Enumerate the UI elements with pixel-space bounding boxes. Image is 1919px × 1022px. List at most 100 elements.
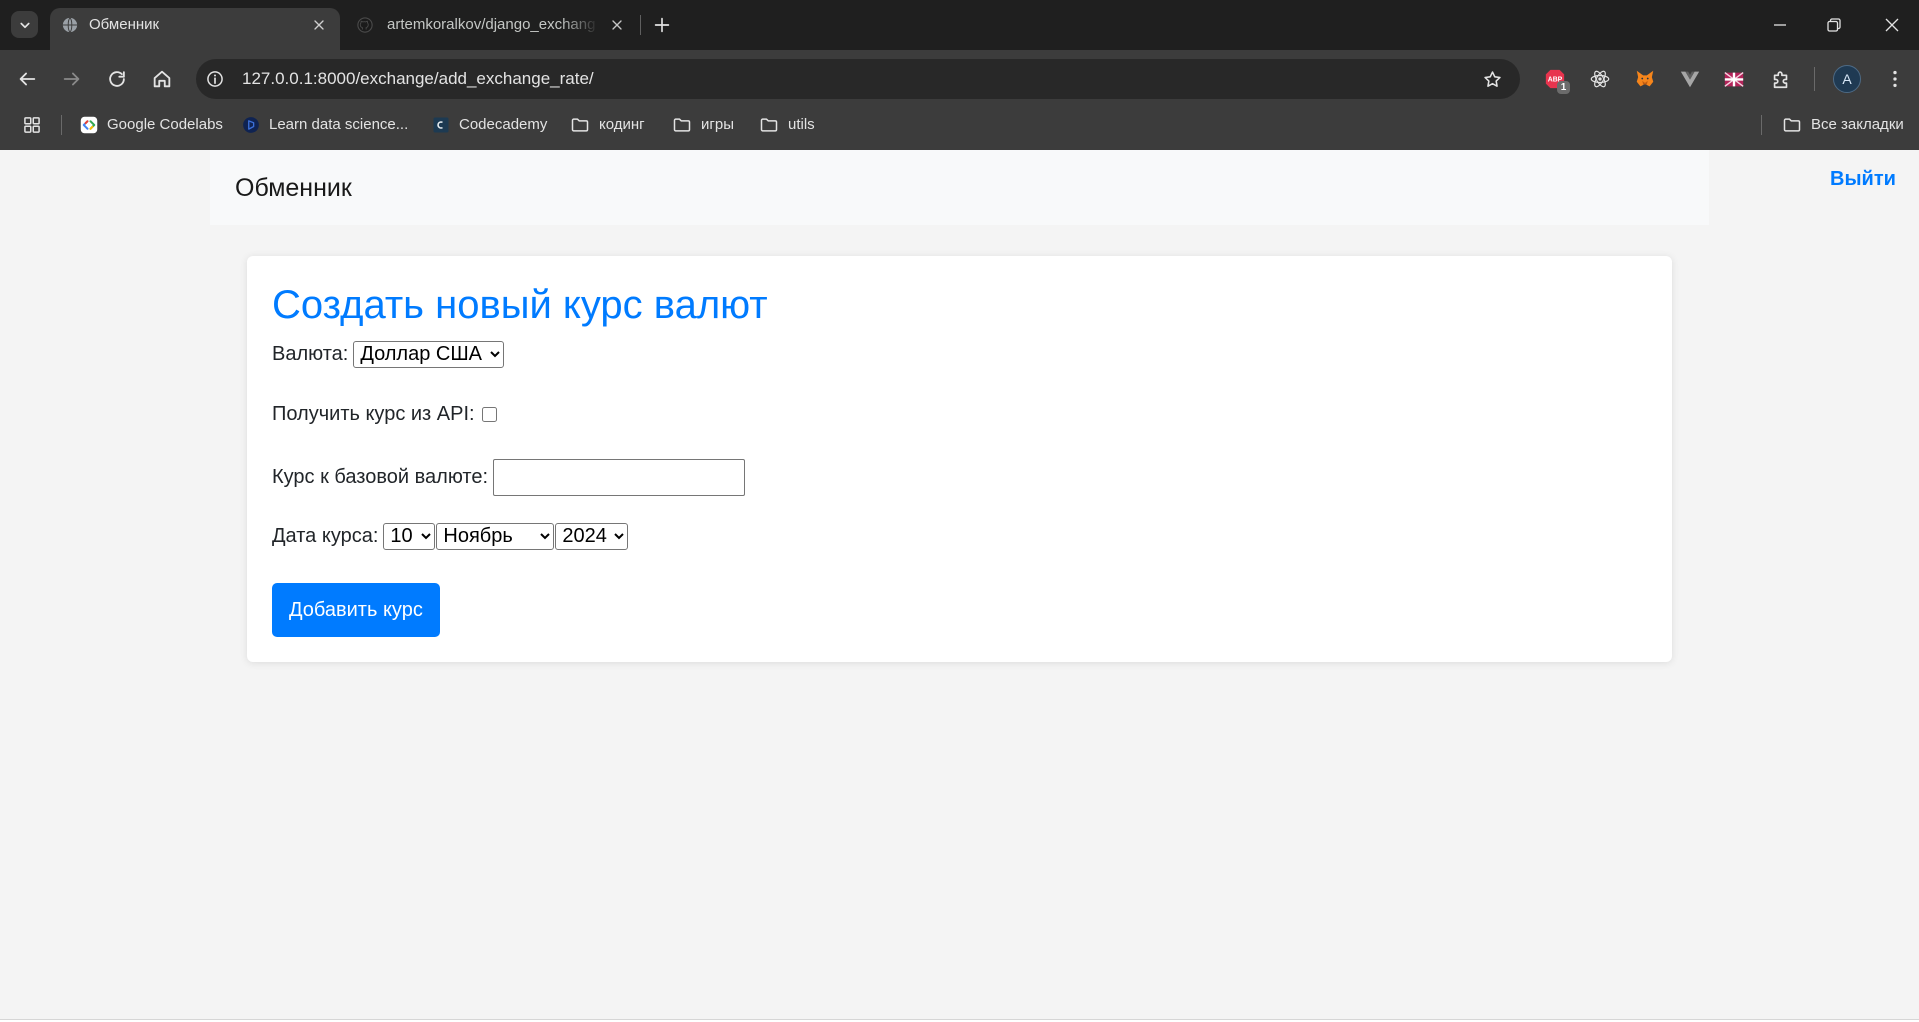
from-api-label: Получить курс из API: bbox=[272, 403, 475, 425]
reload-button[interactable] bbox=[99, 61, 135, 97]
logout-link[interactable]: Выйти bbox=[1830, 164, 1896, 194]
learn-data-science-icon bbox=[243, 117, 259, 133]
from-api-row: Получить курс из API: bbox=[272, 394, 497, 434]
chevron-down-icon bbox=[19, 22, 30, 28]
date-row: Дата курса: 10 Ноябрь 2024 bbox=[272, 516, 629, 556]
extension-flag-button[interactable] bbox=[1716, 61, 1752, 97]
close-icon bbox=[314, 20, 324, 30]
browser-toolbar: 127.0.0.1:8000/exchange/add_exchange_rat… bbox=[0, 50, 1919, 108]
currency-row: Валюта: Доллар США bbox=[272, 334, 505, 374]
bookmark-label: Learn data science... bbox=[269, 116, 409, 133]
day-select[interactable]: 10 bbox=[383, 522, 436, 550]
home-icon bbox=[153, 70, 171, 88]
minimize-button[interactable] bbox=[1768, 13, 1792, 37]
apps-button[interactable] bbox=[22, 115, 42, 135]
tab-title: Обменник bbox=[89, 16, 160, 33]
folder-icon bbox=[1783, 118, 1801, 132]
tab-title: artemkoralkov/django_exchang bbox=[387, 16, 596, 33]
react-devtools-icon bbox=[1590, 70, 1610, 88]
react-devtools-button[interactable] bbox=[1582, 61, 1618, 97]
navbar-brand[interactable]: Обменник bbox=[235, 172, 352, 204]
bookmark-folder-utils[interactable]: utils bbox=[759, 111, 815, 139]
bookmark-codecademy[interactable]: Codecademy bbox=[432, 111, 547, 139]
vue-devtools-button[interactable] bbox=[1672, 61, 1708, 97]
plus-icon bbox=[654, 17, 670, 33]
apps-grid-icon bbox=[24, 117, 40, 133]
form-title: Создать новый курс валют bbox=[272, 283, 768, 327]
toolbar-separator bbox=[1814, 67, 1815, 91]
bookmark-label: Codecademy bbox=[459, 116, 548, 133]
restore-icon bbox=[1827, 18, 1841, 32]
tab-close-button[interactable] bbox=[311, 17, 327, 33]
arrow-left-icon bbox=[19, 72, 36, 86]
tab-search-button[interactable] bbox=[11, 11, 38, 38]
from-api-checkbox[interactable] bbox=[481, 406, 497, 422]
metamask-icon bbox=[1636, 70, 1654, 87]
extensions-menu-button[interactable] bbox=[1763, 61, 1799, 97]
bookmark-label: Google Codelabs bbox=[107, 116, 223, 133]
bookmark-label: utils bbox=[788, 116, 815, 133]
tab-active[interactable]: Обменник bbox=[50, 8, 340, 50]
kebab-menu-icon bbox=[1893, 70, 1897, 88]
bookmarks-separator bbox=[61, 115, 62, 135]
bookmark-google-codelabs[interactable]: Google Codelabs bbox=[80, 111, 223, 139]
bookmarks-separator bbox=[1761, 115, 1762, 135]
year-select[interactable]: 2024 bbox=[555, 522, 629, 550]
codecademy-icon bbox=[433, 117, 449, 133]
adblock-plus-button[interactable]: ABP 1 bbox=[1537, 61, 1573, 97]
profile-avatar[interactable]: A bbox=[1833, 65, 1861, 93]
new-tab-button[interactable] bbox=[647, 10, 677, 40]
form-card: Создать новый курс валют Валюта: Доллар … bbox=[247, 256, 1672, 662]
folder-icon bbox=[760, 118, 778, 132]
close-window-button[interactable] bbox=[1880, 13, 1904, 37]
star-icon bbox=[1483, 70, 1501, 87]
date-selects: 10 Ноябрь 2024 bbox=[383, 522, 629, 550]
bookmark-star-button[interactable] bbox=[1474, 61, 1510, 97]
url-text[interactable]: 127.0.0.1:8000/exchange/add_exchange_rat… bbox=[242, 68, 594, 90]
folder-icon bbox=[571, 118, 589, 132]
bookmark-label: игры bbox=[701, 116, 734, 133]
all-bookmarks-folder[interactable]: Все закладки bbox=[1782, 111, 1904, 139]
back-button[interactable] bbox=[9, 61, 45, 97]
github-icon bbox=[357, 17, 373, 33]
tab-inactive[interactable]: artemkoralkov/django_exchang bbox=[346, 8, 636, 50]
metamask-button[interactable] bbox=[1627, 61, 1663, 97]
info-icon bbox=[207, 71, 223, 87]
home-button[interactable] bbox=[144, 61, 180, 97]
address-bar[interactable]: 127.0.0.1:8000/exchange/add_exchange_rat… bbox=[196, 59, 1520, 99]
site-info-button[interactable] bbox=[199, 63, 231, 95]
site-navbar: Обменник bbox=[210, 150, 1709, 225]
browser-menu-button[interactable] bbox=[1877, 61, 1913, 97]
globe-icon bbox=[62, 17, 78, 33]
tab-separator bbox=[640, 15, 641, 35]
currency-select[interactable]: Доллар США bbox=[353, 340, 505, 368]
restore-button[interactable] bbox=[1822, 13, 1846, 37]
rate-label: Курс к базовой валюте: bbox=[272, 466, 488, 488]
month-select[interactable]: Ноябрь bbox=[436, 522, 555, 550]
bookmark-label: кодинг bbox=[599, 116, 645, 133]
minimize-icon bbox=[1774, 24, 1786, 26]
bookmark-folder-coding[interactable]: кодинг bbox=[570, 111, 645, 139]
vue-devtools-icon bbox=[1680, 71, 1700, 88]
bookmark-label: Все закладки bbox=[1811, 116, 1904, 133]
add-rate-button[interactable]: Добавить курс bbox=[272, 583, 440, 637]
extension-flag-icon bbox=[1724, 71, 1744, 87]
rate-row: Курс к базовой валюте: bbox=[272, 457, 745, 497]
close-icon bbox=[612, 20, 622, 30]
bookmark-folder-games[interactable]: игры bbox=[672, 111, 734, 139]
rate-input[interactable] bbox=[493, 458, 745, 496]
currency-label: Валюта: bbox=[272, 343, 349, 365]
reload-icon bbox=[109, 71, 125, 87]
folder-icon bbox=[673, 118, 691, 132]
tab-strip: Обменник artemkoralkov/django_exchang bbox=[0, 0, 1919, 50]
tab-close-button[interactable] bbox=[609, 17, 625, 33]
arrow-right-icon bbox=[63, 72, 80, 86]
date-label: Дата курса: bbox=[272, 525, 379, 547]
close-icon bbox=[1885, 18, 1899, 32]
bookmarks-bar: Google Codelabs Learn data science... Co… bbox=[0, 108, 1919, 150]
extensions-puzzle-icon bbox=[1773, 71, 1788, 89]
forward-button[interactable] bbox=[54, 61, 90, 97]
bookmark-learn-data-science[interactable]: Learn data science... bbox=[242, 111, 408, 139]
codelabs-icon bbox=[80, 116, 98, 134]
extension-badge: 1 bbox=[1557, 81, 1570, 94]
